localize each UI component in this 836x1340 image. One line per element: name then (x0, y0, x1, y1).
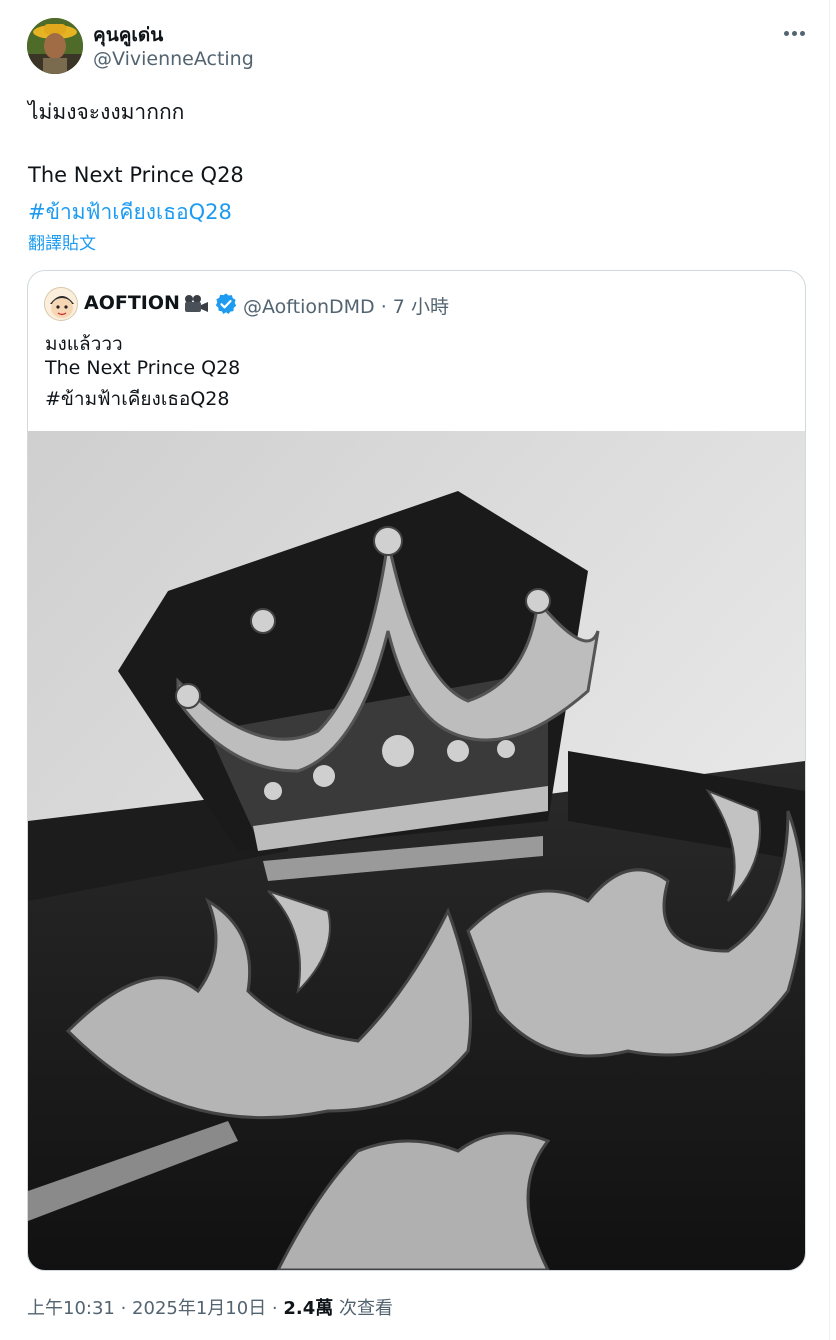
quote-handle-time[interactable]: @AoftionDMD · 7 小時 (243, 292, 449, 319)
tweet-text-line1: ไม่มงจะงงมากกก (28, 100, 185, 124)
tweet-text-line2: The Next Prince Q28 (28, 163, 244, 187)
quote-author-display-name[interactable]: AOFTION (84, 292, 180, 314)
tweet-hashtag-link[interactable]: #ข้ามฟ้าเคียงเธอQ28 (28, 196, 232, 229)
quote-avatar-image (45, 288, 77, 320)
translate-post-link[interactable]: 翻譯貼文 (28, 229, 96, 254)
crown-ornament-photo (28, 431, 805, 1270)
dot (799, 30, 805, 36)
dot (791, 30, 797, 36)
quote-hashtag: #ข้ามฟ้าเคียงเธอQ28 (45, 388, 230, 410)
tweet-meta: 上午10:31 · 2025年1月10日 · 2.4萬 次查看 (27, 1294, 393, 1320)
author-handle[interactable]: @VivienneActing (93, 48, 254, 70)
quoted-tweet[interactable]: AOFTION @AoftionDMD · 7 小時 มงแล้ววว The … (27, 270, 806, 1271)
avatar-image (27, 18, 83, 74)
views-count: 2.4萬 (283, 1298, 334, 1319)
more-dots-icon[interactable] (778, 22, 810, 44)
timestamp-link[interactable]: 上午10:31 · 2025年1月10日 · (27, 1298, 283, 1319)
author-avatar[interactable] (27, 18, 83, 74)
verified-badge-icon (215, 293, 237, 314)
views-label: 次查看 (333, 1298, 393, 1319)
quote-text-line2: The Next Prince Q28 (45, 357, 241, 379)
divider (829, 0, 830, 1340)
quote-author-avatar[interactable] (44, 287, 78, 321)
quote-text-line1: มงแล้ววว (45, 333, 123, 355)
dot (783, 30, 789, 36)
tweet-card: คุนคูเด่น @VivienneActing ไม่มงจะงงมากกก… (0, 0, 836, 1340)
movie-camera-icon (185, 295, 208, 312)
author-display-name[interactable]: คุนคูเด่น (93, 20, 163, 50)
quote-media-image[interactable] (28, 431, 805, 1270)
